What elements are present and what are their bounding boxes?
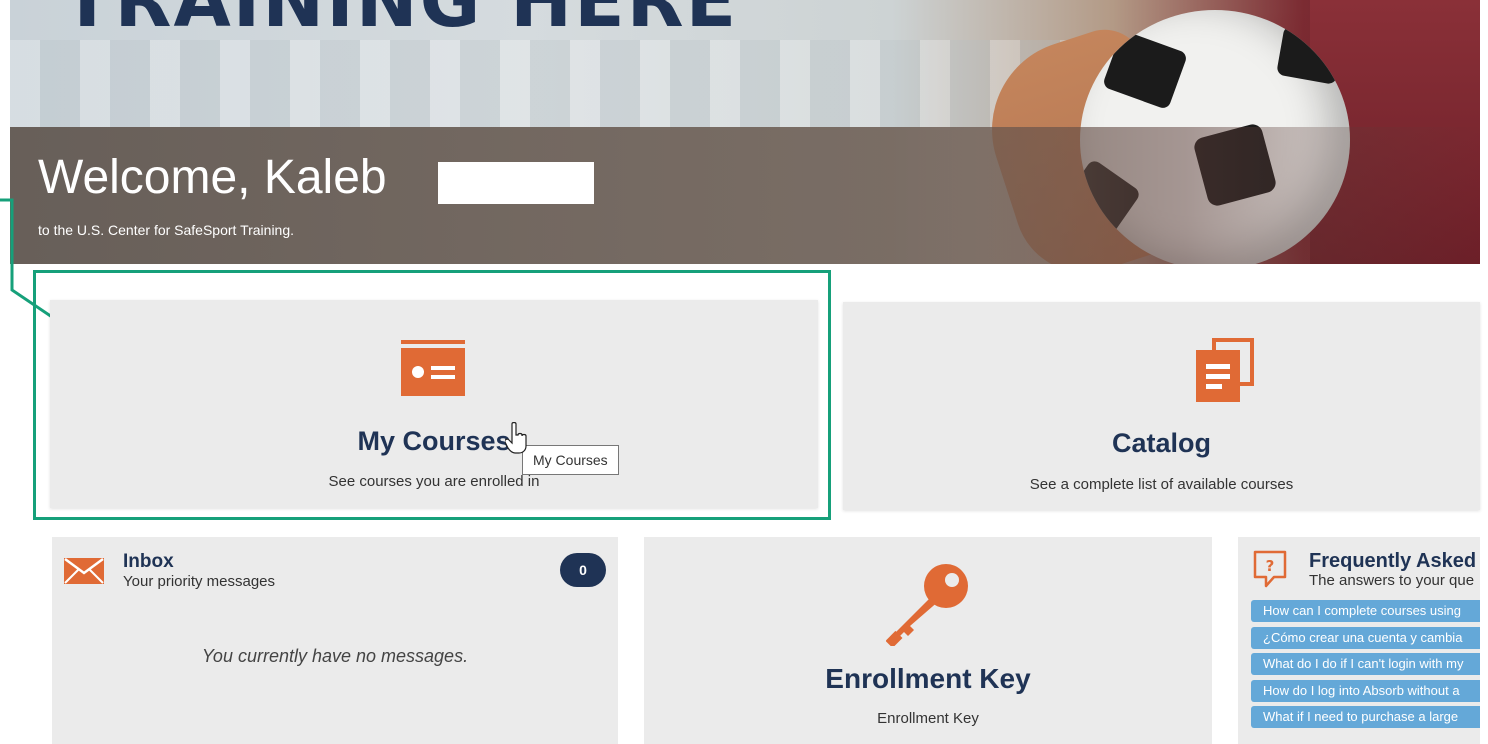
faq-list: How can I complete courses using ¿Cómo c… (1251, 600, 1480, 733)
faq-link[interactable]: ¿Cómo crear una cuenta y cambia (1251, 626, 1480, 649)
enrollment-key-description: Enrollment Key (877, 710, 979, 727)
redacted-surname (438, 162, 594, 204)
enrollment-key-title: Enrollment Key (825, 663, 1031, 694)
catalog-tile[interactable]: Catalog See a complete list of available… (843, 302, 1480, 510)
svg-text:?: ? (1266, 557, 1275, 575)
envelope-icon (64, 558, 104, 584)
faq-link[interactable]: What do I do if I can't login with my (1251, 653, 1480, 675)
inbox-count-badge[interactable]: 0 (560, 553, 606, 587)
catalog-title: Catalog (1111, 428, 1211, 458)
inbox-title: Inbox (123, 551, 174, 572)
inbox-empty-message: You currently have no messages. (201, 646, 469, 666)
inbox-subtitle: Your priority messages (123, 573, 276, 590)
hero-banner-text: TRAINING HERE (62, 0, 739, 44)
question-bubble-icon: ? (1253, 550, 1287, 588)
faq-subtitle: The answers to your que (1309, 572, 1475, 589)
faq-title: Frequently Asked (1309, 550, 1477, 572)
catalog-icon (1196, 338, 1254, 402)
hand-cursor-icon (505, 422, 527, 454)
key-icon (886, 564, 968, 646)
hero-background-stripes (10, 40, 1110, 130)
catalog-description: See a complete list of available courses (1029, 476, 1294, 493)
faq-link[interactable]: What if I need to purchase a large (1251, 706, 1480, 728)
faq-link[interactable]: How can I complete courses using (1251, 600, 1480, 622)
my-courses-tooltip: My Courses (522, 445, 619, 475)
annotation-highlight-box (33, 270, 831, 520)
faq-link[interactable]: How do I log into Absorb without a (1251, 679, 1480, 702)
